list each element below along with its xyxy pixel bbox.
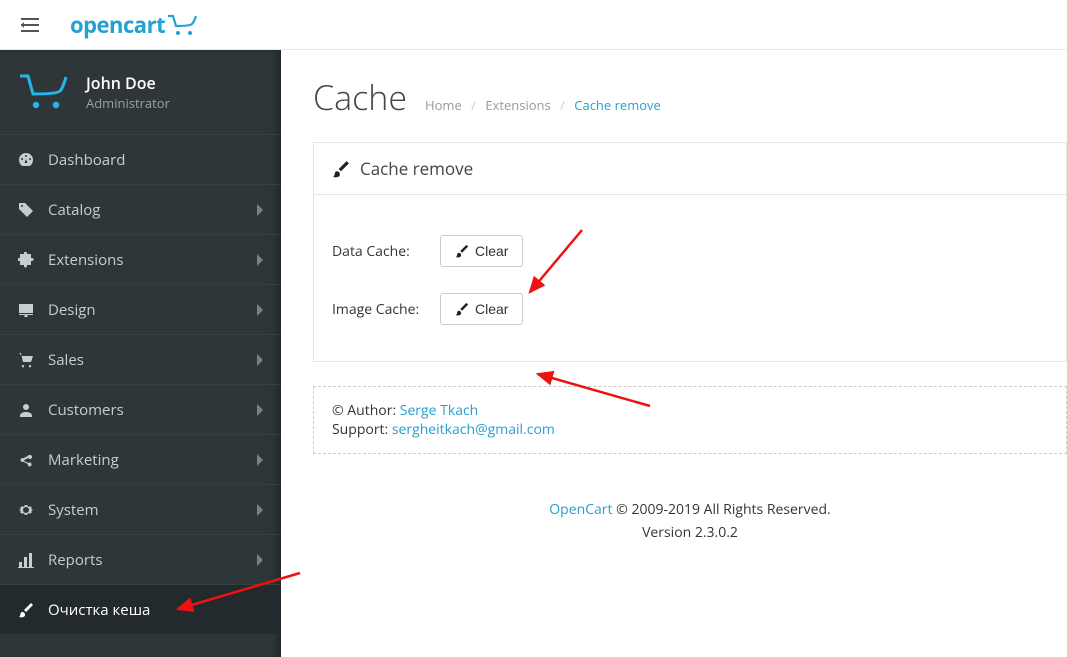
chevron-right-icon xyxy=(255,204,263,216)
sidebar-item-label: Design xyxy=(48,300,255,320)
sidebar-item-catalog[interactable]: Catalog xyxy=(0,184,281,234)
sidebar-item-design[interactable]: Design xyxy=(0,284,281,334)
bar-chart-icon xyxy=(18,552,44,568)
chevron-right-icon xyxy=(255,554,263,566)
sidebar-item-customers[interactable]: Customers xyxy=(0,384,281,434)
sidebar-item-cache-clear[interactable]: Очистка кеша xyxy=(0,584,281,634)
user-box: John Doe Administrator xyxy=(0,50,281,134)
dashboard-icon xyxy=(18,152,44,168)
user-icon xyxy=(18,402,44,418)
button-label: Clear xyxy=(475,301,508,317)
cog-icon xyxy=(18,502,44,518)
user-name: John Doe xyxy=(86,72,170,94)
footer: OpenCart © 2009-2019 All Rights Reserved… xyxy=(313,500,1067,542)
user-avatar-cart-icon xyxy=(18,72,74,112)
footer-copyright: © 2009-2019 All Rights Reserved. xyxy=(613,500,831,519)
sidebar-item-label: Reports xyxy=(48,550,255,570)
breadcrumb-link[interactable]: Home xyxy=(425,96,462,114)
page-header: Cache Home / Extensions / Cache remove xyxy=(313,50,1067,136)
sidebar-item-label: Catalog xyxy=(48,200,255,220)
share-icon xyxy=(18,452,44,468)
clear-image-cache-button[interactable]: Clear xyxy=(440,293,523,325)
clear-data-cache-button[interactable]: Clear xyxy=(440,235,523,267)
sidebar-item-label: Customers xyxy=(48,400,255,420)
tag-icon xyxy=(18,202,44,218)
author-prefix: © Author: xyxy=(332,401,400,420)
logo[interactable]: opencart xyxy=(70,10,201,40)
panel-cache-remove: Cache remove Data Cache: Clear Image Cac… xyxy=(313,142,1067,362)
chevron-right-icon xyxy=(255,254,263,266)
support-prefix: Support: xyxy=(332,420,392,439)
user-role: Administrator xyxy=(86,94,170,112)
sidebar-item-marketing[interactable]: Marketing xyxy=(0,434,281,484)
menu-collapse-icon xyxy=(21,18,39,32)
sidebar-item-system[interactable]: System xyxy=(0,484,281,534)
brush-icon xyxy=(455,244,469,258)
brush-icon xyxy=(18,602,44,618)
sidebar-item-extensions[interactable]: Extensions xyxy=(0,234,281,284)
sidebar-item-label: Очистка кеша xyxy=(48,600,263,620)
chevron-right-icon xyxy=(255,404,263,416)
sidebar-item-dashboard[interactable]: Dashboard xyxy=(0,134,281,184)
breadcrumb-sep: / xyxy=(560,96,565,114)
label-data-cache: Data Cache: xyxy=(332,242,440,261)
author-box: © Author: Serge Tkach Support: sergheitk… xyxy=(313,386,1067,454)
logo-cart-icon xyxy=(167,14,201,36)
cart-icon xyxy=(18,352,44,368)
brush-icon xyxy=(455,302,469,316)
panel-header: Cache remove xyxy=(314,143,1066,195)
footer-version: Version 2.3.0.2 xyxy=(313,523,1067,542)
page-title: Cache xyxy=(313,74,407,120)
row-image-cache: Image Cache: Clear xyxy=(332,293,1048,325)
sidebar: John Doe Administrator Dashboard Catalog… xyxy=(0,50,281,657)
support-email-link[interactable]: sergheitkach@gmail.com xyxy=(392,420,555,439)
menu-toggle-button[interactable] xyxy=(10,5,50,45)
sidebar-item-label: System xyxy=(48,500,255,520)
author-link[interactable]: Serge Tkach xyxy=(400,401,479,420)
breadcrumb-sep: / xyxy=(471,96,476,114)
sidebar-item-label: Extensions xyxy=(48,250,255,270)
footer-brand-link[interactable]: OpenCart xyxy=(549,500,612,519)
label-image-cache: Image Cache: xyxy=(332,300,440,319)
brush-icon xyxy=(332,160,350,178)
chevron-right-icon xyxy=(255,354,263,366)
sidebar-item-label: Marketing xyxy=(48,450,255,470)
sidebar-item-sales[interactable]: Sales xyxy=(0,334,281,384)
content: Cache Home / Extensions / Cache remove C… xyxy=(281,50,1067,657)
breadcrumb: Home / Extensions / Cache remove xyxy=(425,96,661,114)
row-data-cache: Data Cache: Clear xyxy=(332,235,1048,267)
sidebar-item-label: Dashboard xyxy=(48,150,263,170)
button-label: Clear xyxy=(475,243,508,259)
sidebar-item-reports[interactable]: Reports xyxy=(0,534,281,584)
sidebar-item-label: Sales xyxy=(48,350,255,370)
panel-body: Data Cache: Clear Image Cache: Clear xyxy=(314,195,1066,361)
breadcrumb-link[interactable]: Extensions xyxy=(485,96,550,114)
breadcrumb-current[interactable]: Cache remove xyxy=(574,96,661,114)
logo-text: opencart xyxy=(70,10,165,40)
chevron-right-icon xyxy=(255,504,263,516)
panel-title: Cache remove xyxy=(360,157,473,180)
chevron-right-icon xyxy=(255,304,263,316)
top-bar: opencart xyxy=(0,0,1067,50)
chevron-right-icon xyxy=(255,454,263,466)
desktop-icon xyxy=(18,302,44,318)
puzzle-icon xyxy=(18,252,44,268)
